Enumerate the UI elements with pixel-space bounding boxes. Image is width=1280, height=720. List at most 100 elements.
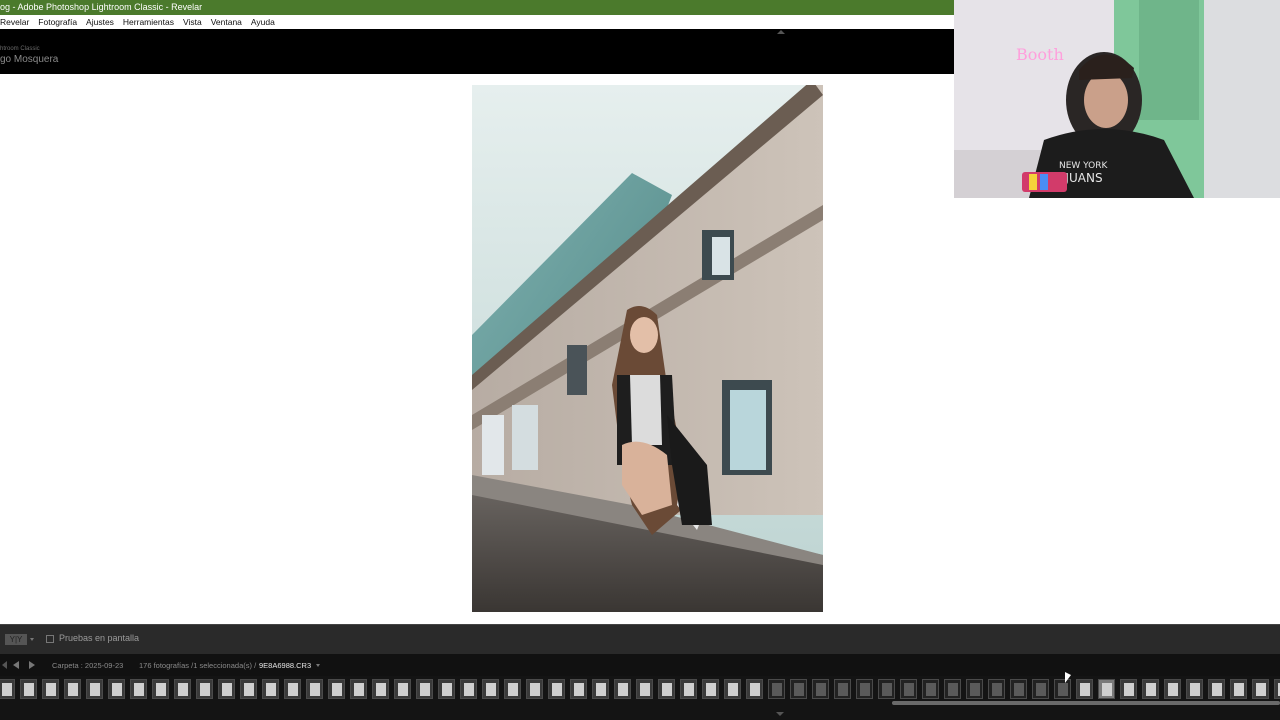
thumbnail-image [1212,683,1222,696]
view-mode-dropdown-icon[interactable] [30,638,34,641]
filmstrip-thumbnail[interactable] [922,679,939,699]
menu-vista[interactable]: Vista [183,15,202,29]
filmstrip-thumbnail[interactable] [658,679,675,699]
filmstrip-thumbnail[interactable] [1164,679,1181,699]
filmstrip-thumbnail[interactable] [328,679,345,699]
soft-proof-checkbox[interactable] [46,635,54,643]
thumbnail-image [112,683,122,696]
filmstrip-thumbnail[interactable] [1010,679,1027,699]
filmstrip-thumbnail[interactable] [0,679,15,699]
menu-ayuda[interactable]: Ayuda [251,15,275,29]
filmstrip-thumbnail[interactable] [878,679,895,699]
filmstrip-thumbnail[interactable] [944,679,961,699]
thumbnail-image [970,683,980,696]
collapse-bottom-panel-icon[interactable] [776,712,784,716]
filmstrip-thumbnail[interactable] [1208,679,1225,699]
thumbnail-image [706,683,716,696]
thumbnail-image [596,683,606,696]
filmstrip-thumbnail[interactable] [262,679,279,699]
filmstrip-thumbnail[interactable] [988,679,1005,699]
filmstrip-thumbnail[interactable] [130,679,147,699]
thumbnail-image [420,683,430,696]
filmstrip-thumbnail[interactable] [592,679,609,699]
thumbnail-image [838,683,848,696]
filmstrip-thumbnail[interactable] [812,679,829,699]
thumbnail-image [46,683,56,696]
filmstrip-thumbnail[interactable] [196,679,213,699]
filmstrip-thumbnail[interactable] [724,679,741,699]
menu-herramientas[interactable]: Herramientas [123,15,174,29]
thumbnail-image [288,683,298,696]
filmstrip-thumbnail[interactable] [42,679,59,699]
folder-path[interactable]: Carpeta : 2025-09-23 [52,661,123,670]
filmstrip-thumbnail[interactable] [834,679,851,699]
filmstrip-thumbnail[interactable] [460,679,477,699]
filmstrip-thumbnail[interactable] [746,679,763,699]
filmstrip-thumbnail[interactable] [1032,679,1049,699]
filmstrip-thumbnail[interactable] [966,679,983,699]
menu-ventana[interactable]: Ventana [211,15,242,29]
filmstrip-thumbnail[interactable] [504,679,521,699]
filmstrip-thumbnail[interactable] [64,679,81,699]
filmstrip-thumbnail[interactable] [1252,679,1269,699]
filmstrip-thumbnail[interactable] [856,679,873,699]
view-mode-button[interactable]: Y|Y [5,634,27,645]
filmstrip-thumbnail[interactable] [790,679,807,699]
menu-revelar[interactable]: Revelar [0,15,29,29]
thumbnail-image [1036,683,1046,696]
thumbnail-image [90,683,100,696]
filmstrip-thumbnail[interactable] [702,679,719,699]
filmstrip-thumbnail[interactable] [394,679,411,699]
thumbnail-image [134,683,144,696]
filmstrip-thumbnail[interactable] [20,679,37,699]
filmstrip-thumbnail[interactable] [152,679,169,699]
filmstrip-thumbnail[interactable] [680,679,697,699]
filmstrip-thumbnail[interactable] [614,679,631,699]
filmstrip-scrollbar[interactable] [892,701,1280,705]
collapse-top-panel-icon[interactable] [777,30,785,34]
filmstrip-thumbnail[interactable] [1120,679,1137,699]
thumbnail-image [1080,683,1090,696]
filmstrip-thumbnail[interactable] [1076,679,1093,699]
back-arrow-icon[interactable] [13,661,19,669]
thumbnail-image [156,683,166,696]
filmstrip-thumbnail[interactable] [548,679,565,699]
soft-proof-label: Pruebas en pantalla [59,633,140,643]
thumbnail-image [926,683,936,696]
filmstrip-thumbnail[interactable] [636,679,653,699]
filmstrip-thumbnail[interactable] [86,679,103,699]
filmstrip-thumbnail[interactable] [284,679,301,699]
filmstrip-thumbnail[interactable] [416,679,433,699]
main-photo[interactable] [472,85,823,612]
filmstrip-thumbnail[interactable] [526,679,543,699]
filmstrip-thumbnail[interactable] [570,679,587,699]
filmstrip-thumbnail[interactable] [482,679,499,699]
filename-dropdown-icon[interactable] [316,664,320,667]
filmstrip-thumbnail[interactable] [174,679,191,699]
window-title-bar: og - Adobe Photoshop Lightroom Classic -… [0,0,954,15]
filmstrip-thumbnail[interactable] [1098,679,1115,699]
filmstrip-thumbnail[interactable] [1142,679,1159,699]
grid-icon[interactable] [2,661,7,669]
menu-fotografia[interactable]: Fotografía [38,15,77,29]
menu-ajustes[interactable]: Ajustes [86,15,114,29]
filmstrip-thumbnail[interactable] [1274,679,1280,699]
thumbnail-image [332,683,342,696]
thumbnail-image [684,683,694,696]
current-filename[interactable]: 9E8A6988.CR3 [259,661,311,670]
filmstrip-thumbnail[interactable] [768,679,785,699]
filmstrip-thumbnail[interactable] [1186,679,1203,699]
filmstrip-thumbnail[interactable] [900,679,917,699]
filmstrip-thumbnail[interactable] [306,679,323,699]
filmstrip-thumbnail[interactable] [1230,679,1247,699]
thumbnail-image [1124,683,1134,696]
filmstrip-thumbnail[interactable] [350,679,367,699]
filmstrip-thumbnail[interactable] [218,679,235,699]
filmstrip-thumbnail[interactable] [438,679,455,699]
filmstrip-thumbnail[interactable] [240,679,257,699]
thumbnail-image [728,683,738,696]
forward-arrow-icon[interactable] [29,661,35,669]
filmstrip-thumbnail[interactable] [108,679,125,699]
filmstrip-thumbnail[interactable] [372,679,389,699]
thumbnail-image [882,683,892,696]
